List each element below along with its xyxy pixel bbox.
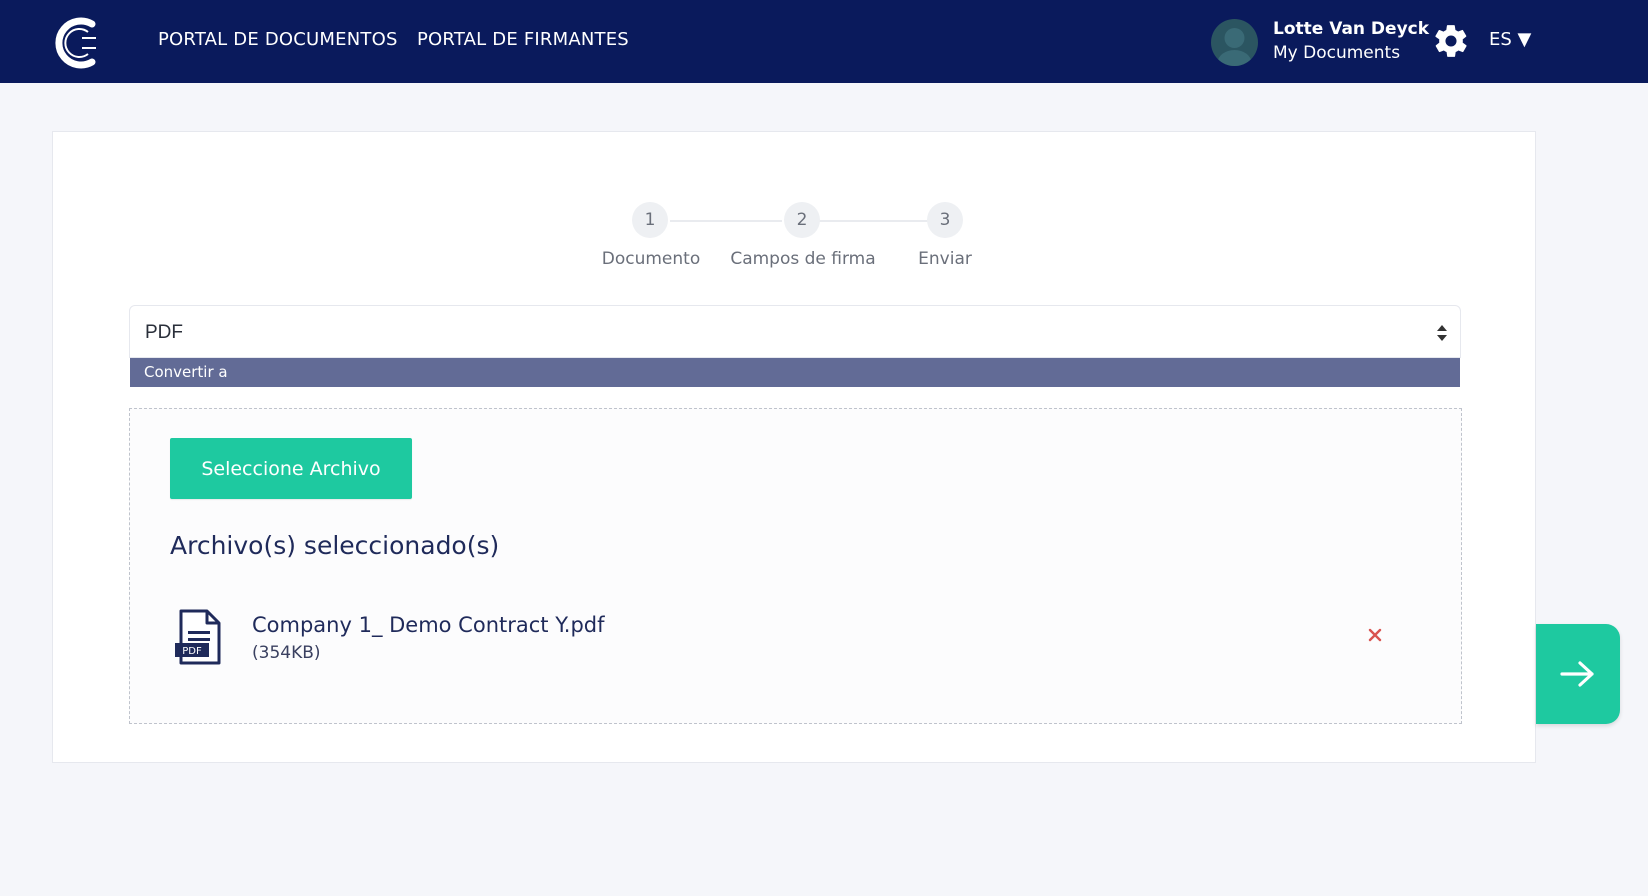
pdf-file-icon: PDF	[175, 609, 221, 665]
file-size: (354KB)	[252, 643, 321, 663]
nav-portal-documents[interactable]: PORTAL DE DOCUMENTOS	[158, 29, 398, 50]
document-upload-card: 1 2 3 Documento Campos de firma Enviar P…	[52, 131, 1536, 763]
step-2-label: Campos de firma	[730, 249, 876, 269]
user-silhouette-icon	[1217, 28, 1252, 66]
next-step-button[interactable]	[1536, 624, 1620, 724]
pdf-icon-text: PDF	[182, 646, 202, 657]
step-connector	[670, 220, 782, 222]
sort-arrows-icon	[1437, 325, 1447, 341]
company-logo[interactable]	[52, 14, 100, 72]
language-selector[interactable]: ES ▼	[1489, 29, 1531, 50]
step-3-circle: 3	[927, 202, 963, 238]
step-1-circle: 1	[632, 202, 668, 238]
avatar[interactable]	[1211, 19, 1258, 66]
arrow-right-icon	[1560, 661, 1594, 687]
convert-format-select[interactable]: PDF	[129, 305, 1461, 358]
select-file-button[interactable]: Seleccione Archivo	[170, 438, 412, 499]
my-documents-link[interactable]: My Documents	[1273, 43, 1400, 63]
selected-files-title: Archivo(s) seleccionado(s)	[170, 531, 500, 560]
step-connector	[818, 220, 928, 222]
file-name: Company 1_ Demo Contract Y.pdf	[252, 613, 605, 637]
remove-file-icon[interactable]	[1367, 627, 1383, 643]
step-3-label: Enviar	[918, 249, 972, 269]
user-name: Lotte Van Deyck	[1273, 19, 1430, 39]
file-dropzone[interactable]: Seleccione Archivo Archivo(s) selecciona…	[129, 408, 1462, 724]
gear-icon[interactable]	[1432, 22, 1470, 60]
nav-portal-signers[interactable]: PORTAL DE FIRMANTES	[417, 29, 629, 50]
step-2-circle: 2	[784, 202, 820, 238]
select-value: PDF	[145, 322, 183, 343]
step-1-label: Documento	[601, 249, 701, 269]
convert-to-label: Convertir a	[130, 358, 1460, 387]
top-navigation-bar: PORTAL DE DOCUMENTOS PORTAL DE FIRMANTES…	[0, 0, 1648, 83]
